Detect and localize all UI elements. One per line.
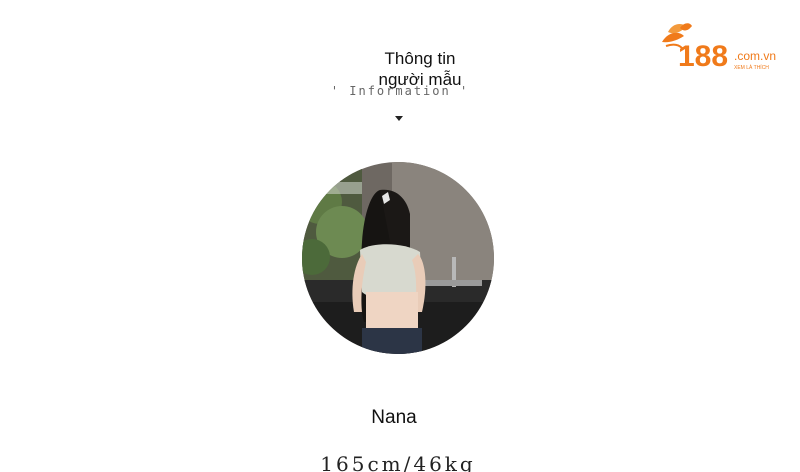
section-subtitle: ' Information ' (330, 84, 470, 98)
caret-down-icon (395, 116, 403, 121)
brand-logo[interactable]: 188 .com.vn XEM LÀ THÍCH (658, 22, 784, 72)
model-photo (302, 162, 494, 354)
logo-tagline: XEM LÀ THÍCH (734, 64, 769, 71)
model-name: Nana (371, 407, 417, 428)
model-stats: 165cm/46kg (320, 452, 476, 472)
logo-leaf-icon: 188 .com.vn XEM LÀ THÍCH (662, 23, 776, 72)
logo-number: 188 (678, 40, 728, 72)
logo-domain: .com.vn (734, 49, 776, 63)
